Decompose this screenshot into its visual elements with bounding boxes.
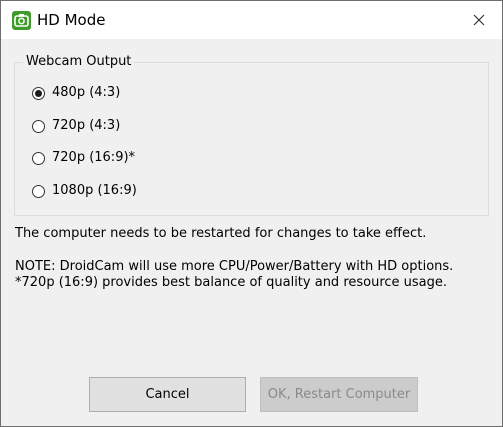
ok-restart-computer-button[interactable]: OK, Restart Computer	[260, 377, 418, 412]
cancel-button[interactable]: Cancel	[89, 377, 246, 412]
droidcam-camera-icon	[12, 11, 31, 30]
radio-label[interactable]: 1080p (16:9)	[52, 183, 137, 199]
radio-720p-16-9[interactable]: 720p (16:9)*	[32, 149, 135, 167]
restart-notice: The computer needs to be restarted for c…	[15, 226, 427, 241]
webcam-output-legend: Webcam Output	[23, 54, 135, 70]
radio-1080p-16-9[interactable]: 1080p (16:9)	[32, 182, 137, 200]
radio-label[interactable]: 480p (4:3)	[52, 85, 120, 101]
radio-720p-4-3[interactable]: 720p (4:3)	[32, 117, 120, 135]
close-button[interactable]	[456, 1, 502, 39]
radio-480p-4-3[interactable]: 480p (4:3)	[32, 84, 120, 102]
radio-label[interactable]: 720p (4:3)	[52, 118, 120, 134]
hd-note: NOTE: DroidCam will use more CPU/Power/B…	[15, 259, 454, 274]
radio-button-selected[interactable]	[32, 86, 45, 100]
radio-button[interactable]	[32, 151, 45, 165]
hd-mode-dialog: HD Mode Webcam Output 480p (4:3) 720p (4…	[0, 0, 503, 427]
hd-note-recommendation: *720p (16:9) provides best balance of qu…	[15, 275, 448, 290]
radio-button[interactable]	[32, 119, 45, 133]
radio-button[interactable]	[32, 184, 45, 198]
window-title: HD Mode	[37, 11, 106, 29]
radio-selected-dot	[35, 89, 42, 97]
title-bar[interactable]: HD Mode	[1, 1, 502, 39]
radio-label[interactable]: 720p (16:9)*	[52, 150, 135, 166]
close-icon	[473, 14, 485, 26]
